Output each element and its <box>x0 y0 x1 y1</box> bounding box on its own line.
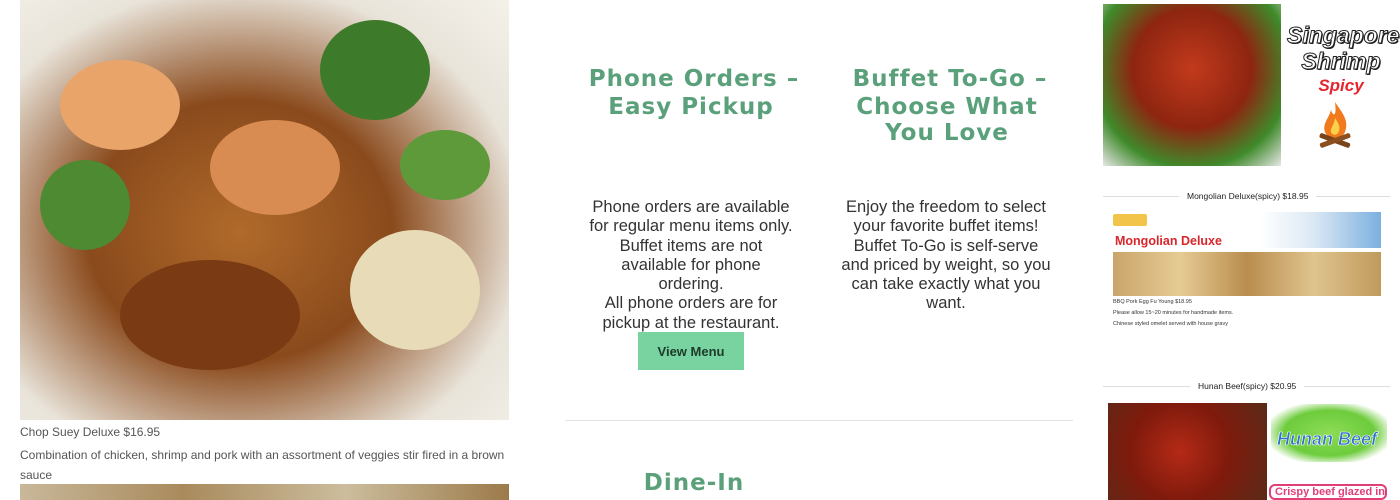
mongolian-caption: Mongolian Deluxe(spicy) $18.95 <box>1179 191 1317 201</box>
hunan-beef-title: Hunan Beef <box>1277 429 1378 450</box>
crispy-beef-text: Crispy beef glazed in <box>1275 486 1386 498</box>
singapore-shrimp-photo <box>1103 4 1281 166</box>
new-tag-icon <box>1113 214 1147 226</box>
egg-fu-young-desc: Chinese styled omelet served with house … <box>1113 321 1228 327</box>
crispy-beef-tag: Crispy beef glazed in <box>1269 484 1387 500</box>
egg-fu-young-note: Please allow 15~20 minutes for handmade … <box>1113 310 1234 316</box>
shrimp-shape <box>60 60 180 150</box>
egg-fu-young-photo <box>1113 252 1381 296</box>
dish-caption-title: Chop Suey Deluxe $16.95 <box>20 425 161 439</box>
hunan-beef-label: Hunan Beef <box>1271 404 1387 462</box>
chop-suey-photo <box>20 0 509 420</box>
next-dish-photo <box>20 484 509 500</box>
cabbage-shape <box>350 230 480 350</box>
fire-icon <box>1319 102 1351 148</box>
shrimp-title-line-2: Shrimp <box>1301 48 1381 75</box>
hunan-beef-photo <box>1108 403 1267 500</box>
featured-dish: Chop Suey Deluxe $16.95 Combination of c… <box>20 0 509 500</box>
singapore-shrimp-label: Singapore Shrimp Spicy <box>1287 22 1400 96</box>
dine-in-title: Dine-In Options <box>637 470 745 500</box>
buffet-to-go-heading: Buffet To-Go – Choose What You Love <box>827 66 1067 146</box>
section-divider <box>565 420 1073 421</box>
menu-gallery: Singapore Shrimp Spicy Mongolian Deluxe(… <box>1103 0 1400 500</box>
hunan-caption: Hunan Beef(spicy) $20.95 <box>1190 381 1305 391</box>
shrimp-title-line-1: Singapore <box>1287 22 1400 49</box>
broccoli-shape <box>40 160 130 250</box>
dine-in-heading: Dine-In Options <box>585 470 797 500</box>
mongolian-banner-title: Mongolian Deluxe <box>1115 234 1222 248</box>
egg-fu-young-title: BBQ Pork Egg Fu Young $18.95 <box>1113 299 1192 305</box>
view-menu-button[interactable]: View Menu <box>638 332 744 370</box>
buffet-to-go-title: Buffet To-Go – Choose What You Love <box>852 66 1048 146</box>
phone-orders-title: Phone Orders – Easy Pickup <box>588 66 800 120</box>
ordering-info: Phone Orders – Easy Pickup Buffet To-Go … <box>565 0 1073 500</box>
phone-orders-body: Phone orders are available for regular m… <box>589 198 793 294</box>
phone-orders-text: Phone orders are available for regular m… <box>587 198 795 333</box>
shrimp-shape <box>210 120 340 215</box>
spicy-label: Spicy <box>1318 76 1364 95</box>
broccoli-shape <box>320 20 430 120</box>
pork-shape <box>120 260 300 370</box>
buffet-to-go-text: Enjoy the freedom to select your favorit… <box>841 198 1051 313</box>
mongolian-deluxe-banner: Mongolian Deluxe <box>1113 212 1381 248</box>
phone-orders-heading: Phone Orders – Easy Pickup <box>580 66 802 120</box>
phone-orders-pickup-note: All phone orders are for pickup at the r… <box>602 294 780 332</box>
broccoli-shape <box>400 130 490 200</box>
dish-caption-description: Combination of chicken, shrimp and pork … <box>20 448 505 482</box>
